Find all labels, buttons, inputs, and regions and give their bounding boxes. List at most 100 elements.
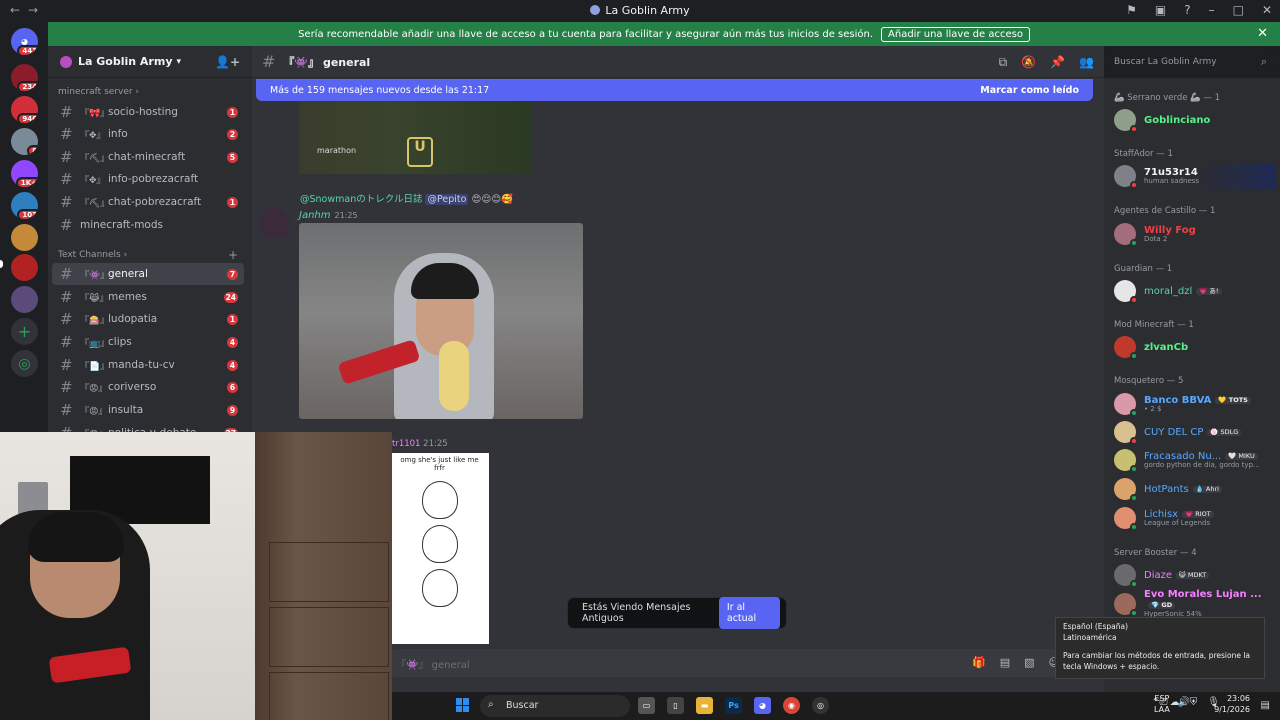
member-item[interactable]: HotPants 💧 Ahri — [1114, 476, 1276, 502]
server-header[interactable]: La Goblin Army ▾ 👤+ — [48, 46, 252, 78]
channel-item-general[interactable]: # 『👾』 general 7 — [52, 263, 244, 285]
member-item[interactable]: Willy Fog Dota 2 — [1114, 221, 1276, 247]
channel-item[interactable]: # 『⛏』 chat-minecraft 5 — [52, 146, 244, 168]
channel-item[interactable]: # 『😡』 coriverso 6 — [52, 376, 244, 398]
mark-as-read-button[interactable]: Marcar como leído — [980, 85, 1079, 96]
minimize-button[interactable]: – — [1209, 3, 1215, 17]
windows-start-icon[interactable] — [456, 698, 470, 712]
server-icon-la-goblin-army[interactable] — [11, 254, 38, 281]
close-icon[interactable]: ✕ — [1257, 26, 1268, 41]
server-icon[interactable] — [11, 286, 38, 313]
channel-item[interactable]: # 『⛏』 chat-pobrezacraft 1 — [52, 191, 244, 213]
role-header: Agentes de Castillo — 1 — [1114, 206, 1216, 216]
mention-badge: 9 — [227, 404, 238, 416]
add-server-icon[interactable]: + — [11, 318, 38, 345]
category-text-channels[interactable]: Text Channels › + — [58, 248, 238, 262]
reply-preview[interactable]: @Snowmanのトレクル日誌 @Pepito 😍😌😊🥰 — [300, 191, 513, 205]
window-controls: ⚑ ▣ ? – □ ✕ — [1126, 3, 1272, 17]
member-item[interactable]: CUY DEL CP 🍥 SDLG — [1114, 419, 1276, 445]
discord-icon[interactable]: ◕ — [754, 697, 771, 714]
member-item[interactable]: moral_dzl 💗 あ! — [1114, 278, 1276, 304]
add-passkey-button[interactable]: Añadir una llave de acceso — [881, 26, 1030, 42]
member-item[interactable]: Goblinciano — [1114, 107, 1276, 133]
avatar — [1114, 507, 1138, 531]
meme-image[interactable]: omg she's just like me frfr — [390, 453, 489, 644]
mention-badge: 7 — [227, 268, 238, 280]
channel-item[interactable]: # 『📺』 clips 4 — [52, 331, 244, 353]
server-icon[interactable]: 1K+ — [11, 160, 38, 187]
threads-icon[interactable]: ⧉ — [999, 55, 1008, 70]
task-view-icon[interactable]: ▭ — [638, 697, 655, 714]
avatar — [1114, 478, 1138, 502]
hash-icon: # — [60, 401, 73, 419]
mention-badge: 1 — [227, 106, 238, 118]
jump-to-present-button[interactable]: Ir al actual — [718, 597, 780, 629]
channel-item[interactable]: # 『✥』 info 2 — [52, 123, 244, 145]
photoshop-icon[interactable]: Ps — [725, 697, 742, 714]
add-channel-icon[interactable]: + — [228, 248, 238, 262]
avatar[interactable] — [260, 208, 290, 238]
taskbar-search[interactable]: ⌕ Buscar — [480, 695, 630, 717]
server-search-input[interactable]: Buscar La Goblin Army ⌕ — [1108, 52, 1273, 72]
header-toolbar: ⧉ 🔕 📌 👥 — [999, 55, 1094, 70]
member-item[interactable]: Lichisx 💗 RIOT League of Legends — [1114, 505, 1276, 531]
screen-icon[interactable]: ▣ — [1155, 3, 1166, 17]
clock[interactable]: 23:06 9/1/2026 — [1214, 694, 1250, 716]
title-bar: ←→ La Goblin Army ⚑ ▣ ? – □ ✕ — [0, 0, 1280, 22]
discover-icon[interactable]: ◎ — [11, 350, 38, 377]
pin-icon[interactable]: 📌 — [1050, 55, 1065, 70]
server-icon[interactable]: 103 — [11, 192, 38, 219]
server-icon[interactable]: 946 — [11, 96, 38, 123]
mention-badge: 5 — [227, 151, 238, 163]
message-photo[interactable] — [299, 223, 583, 419]
volume-icon: 🔊 — [1177, 697, 1190, 708]
role-header: Server Booster — 4 — [1114, 548, 1197, 558]
category-minecraft[interactable]: minecraft server › — [58, 87, 139, 97]
server-icon[interactable]: 234 — [11, 64, 38, 91]
gif-icon[interactable]: ▤ — [1000, 656, 1010, 669]
chrome-icon[interactable]: ◉ — [783, 697, 800, 714]
close-button[interactable]: ✕ — [1262, 3, 1272, 17]
avatar — [1114, 393, 1138, 417]
server-icon[interactable] — [11, 224, 38, 251]
message-input[interactable]: 『👾』 general 🎁 ▤ ▧ ☺ — [390, 649, 1096, 677]
channel-item[interactable]: # minecraft-mods — [52, 214, 244, 236]
member-item[interactable]: Banco BBVA 💛 TOTS • 2 $ — [1114, 391, 1276, 417]
channel-item[interactable]: # 『😹』 memes 24 — [52, 286, 244, 308]
channel-item[interactable]: # 『📄』 manda-tu-cv 4 — [52, 354, 244, 376]
channel-item[interactable]: # 『✥』 info-pobrezacraft — [52, 168, 244, 190]
direct-messages-button[interactable]: ◕ 443 — [11, 28, 38, 55]
maximize-button[interactable]: □ — [1233, 3, 1244, 17]
passkey-banner: Sería recomendable añadir una llave de a… — [48, 22, 1280, 46]
channel-item[interactable]: # 『🎰』 ludopatia 1 — [52, 308, 244, 330]
mention-badge: 2 — [227, 128, 238, 140]
inbox-icon[interactable]: ⚑ — [1126, 3, 1137, 17]
quick-settings[interactable]: ⎚ 🔊 — [1160, 697, 1190, 708]
member-item[interactable]: 71u53r14 human sadness — [1114, 163, 1276, 189]
old-messages-toast: Estás Viendo Mensajes Antiguos Ir al act… — [568, 597, 786, 629]
notifications-icon[interactable]: ▤ — [1261, 700, 1270, 711]
avatar — [1114, 564, 1138, 588]
gift-icon[interactable]: 🎁 — [972, 656, 986, 669]
member-item[interactable]: Evo Morales Lujan ...💎 GD HyperSonic 54% — [1114, 589, 1276, 618]
server-icon[interactable]: 8 — [11, 128, 38, 155]
security-icon[interactable]: ⛨ — [1190, 697, 1198, 708]
file-explorer-icon[interactable]: ▬ — [696, 697, 713, 714]
members-icon[interactable]: 👥 — [1079, 55, 1094, 70]
invite-icon[interactable]: 👤+ — [215, 55, 240, 69]
member-item[interactable]: Fracasado Nu... 🤍 MIKU gordo python de dia… — [1114, 447, 1276, 473]
hash-icon: # — [60, 265, 73, 283]
message-author[interactable]: Janhm 21:25 — [299, 210, 358, 221]
sticker-icon[interactable]: ▧ — [1024, 656, 1034, 669]
member-item[interactable]: zlvanCb — [1114, 334, 1276, 360]
mention-badge: 6 — [227, 381, 238, 393]
new-messages-bar[interactable]: Más de 159 mensajes nuevos desde las 21:… — [256, 79, 1093, 101]
channel-item[interactable]: # 『🎀』 socio-hosting 1 — [52, 101, 244, 123]
channel-item[interactable]: # 『😡』 insulta 9 — [52, 399, 244, 421]
help-icon[interactable]: ? — [1184, 3, 1190, 17]
obs-icon[interactable]: ◎ — [812, 697, 829, 714]
message-image[interactable]: marathon U — [299, 101, 531, 174]
app-icon[interactable]: ▯ — [667, 697, 684, 714]
member-item[interactable]: Diaze 😺 MDKT — [1114, 562, 1276, 588]
mute-icon[interactable]: 🔕 — [1021, 55, 1036, 70]
